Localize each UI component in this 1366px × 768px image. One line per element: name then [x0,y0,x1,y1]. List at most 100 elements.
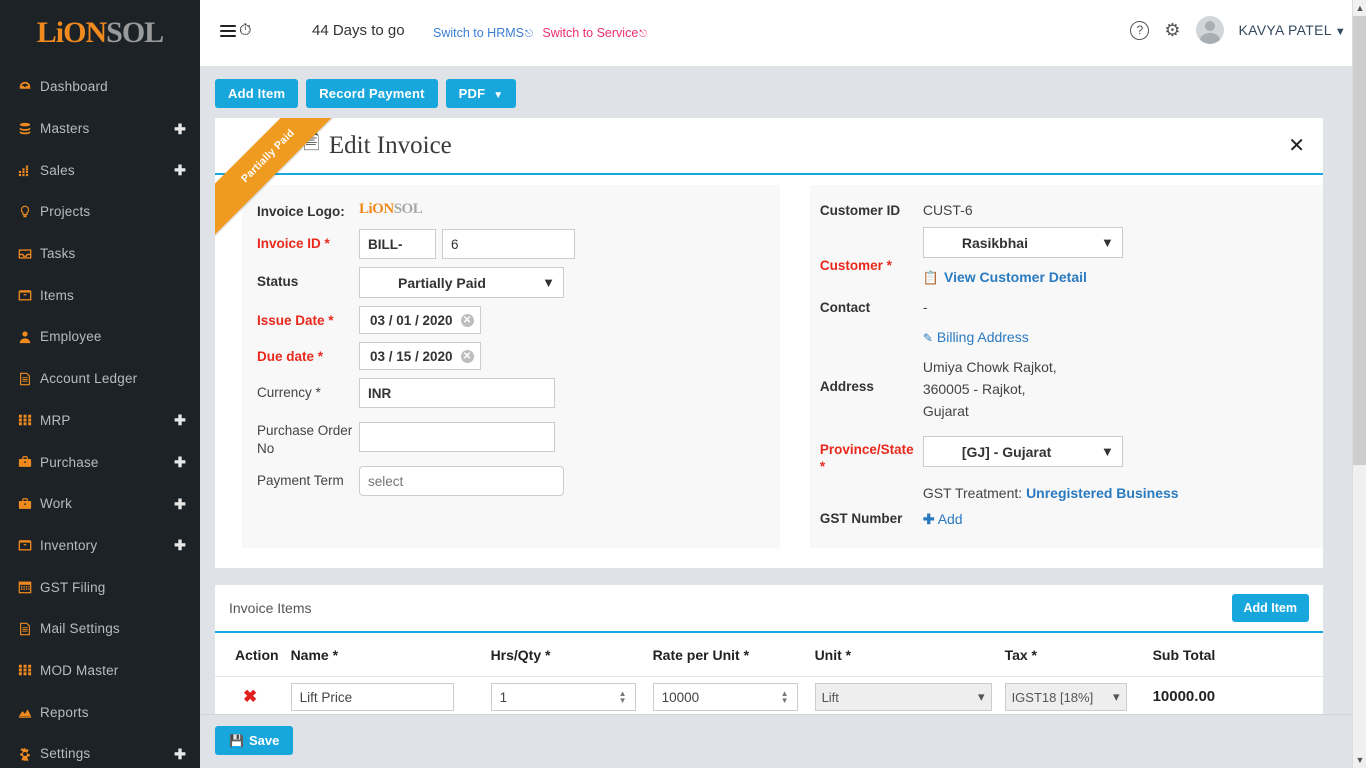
save-button[interactable]: 💾 Save [215,726,294,755]
add-gst-label: Add [937,511,963,527]
billing-address-link[interactable]: ✎ Billing Address [923,329,1323,345]
briefcase-icon [18,455,40,469]
sidebar-item-masters[interactable]: Masters ✚ [0,108,200,150]
address-label: Address [819,379,874,394]
page-scrollbar[interactable]: ▲ ▼ [1352,0,1366,768]
clear-due-date-icon[interactable]: ✕ [460,349,474,363]
sidebar-item-settings[interactable]: Settings ✚ [0,733,200,768]
expand-plus-icon[interactable]: ✚ [174,413,186,427]
status-select[interactable]: Partially Paid ▼ [359,267,564,298]
expand-plus-icon[interactable]: ✚ [174,497,186,511]
gst-treatment-link[interactable]: Unregistered Business [1026,485,1179,501]
due-date-input[interactable]: 03 / 15 / 2020 ✕ [359,342,481,370]
sidebar-item-mail-settings[interactable]: Mail Settings [0,608,200,650]
item-unit-value: Lift [821,689,839,705]
top-bar-actions: ? ⚙ KAVYA PATEL ▼ [1130,16,1346,44]
row-customer: Customer * Rasikbhai ▼ 📋 View Customer De… [810,227,1323,286]
add-item-button[interactable]: Add Item [215,79,299,108]
purchase-order-no-input[interactable] [359,422,555,452]
brand-logo[interactable]: LiONSOL [0,0,200,66]
sidebar-item-gst-filing[interactable]: GST Filing [0,566,200,608]
pdf-button-label: PDF [458,86,486,101]
item-qty-input[interactable]: 1 ▲ ▼ [490,683,636,711]
user-menu[interactable]: KAVYA PATEL ▼ [1239,22,1347,38]
expand-plus-icon[interactable]: ✚ [174,163,186,177]
invoice-logo-value[interactable]: LiONSOL [359,197,780,218]
item-name-input[interactable]: Lift Price [290,683,454,711]
sidebar-item-dashboard[interactable]: Dashboard [0,66,200,108]
sidebar-item-employee[interactable]: Employee [0,316,200,358]
invoice-logo-part-orange: LiON [359,201,394,217]
sidebar-item-projects[interactable]: Projects [0,191,200,233]
box-icon [18,538,40,552]
expand-plus-icon[interactable]: ✚ [174,538,186,552]
row-gst-number: GST Number GST Treatment: Unregistered B… [810,485,1323,528]
add-gst-link[interactable]: ✚ Add [923,511,1323,528]
avatar[interactable] [1195,16,1224,44]
sidebar-item-mrp[interactable]: MRP ✚ [0,400,200,442]
sidebar-item-purchase[interactable]: Purchase ✚ [0,441,200,483]
row-qty-cell: 1 ▲ ▼ [485,677,647,718]
switch-to-service-link[interactable]: Switch to Service⎋ [542,26,647,40]
switch-to-service-label: Switch to Service [542,26,639,40]
clear-issue-date-icon[interactable]: ✕ [460,313,474,327]
issue-date-input[interactable]: 03 / 01 / 2020 ✕ [359,306,481,334]
item-tax-value: IGST18 [18%] [1011,689,1094,705]
calendar-icon [18,580,40,594]
sidebar-item-sales[interactable]: Sales ✚ [0,149,200,191]
brand-logo-text: LiONSOL [37,16,164,50]
item-rate-input[interactable]: 10000 ▲ ▼ [652,683,798,711]
view-customer-detail-link[interactable]: 📋 View Customer Detail [923,269,1323,286]
expand-plus-icon[interactable]: ✚ [174,455,186,469]
sidebar-item-items[interactable]: Items [0,274,200,316]
external-link-icon: ⎋ [525,29,533,40]
invoice-id-prefix-input[interactable] [359,229,436,259]
purchase-order-no-label: Purchase Order No [257,423,353,456]
item-unit-select[interactable]: Lift ▾ [814,683,992,711]
sidebar-item-label: Dashboard [40,79,108,95]
database-icon [18,122,40,136]
item-tax-select[interactable]: IGST18 [18%] ▾ [1004,683,1127,711]
invoice-id-number-input[interactable] [442,229,575,259]
sidebar-item-inventory[interactable]: Inventory ✚ [0,525,200,567]
delete-row-icon[interactable]: ✖ [243,687,257,706]
inbox-icon [18,247,40,261]
sidebar-item-account-ledger[interactable]: Account Ledger [0,358,200,400]
chevron-down-icon: ▼ [493,90,504,101]
spinner-icon[interactable]: ▲ ▼ [781,690,789,705]
chevron-down-icon: ▼ [1334,26,1346,38]
expand-plus-icon[interactable]: ✚ [174,747,186,761]
sidebar-item-reports[interactable]: Reports [0,691,200,733]
close-icon[interactable]: ✕ [1288,136,1305,156]
payment-term-input[interactable] [359,466,564,496]
pdf-button[interactable]: PDF ▼ [445,79,517,108]
customer-label: Customer * [819,258,892,273]
spinner-icon[interactable]: ▲ ▼ [619,690,627,705]
switch-links: Switch to HRMS⎋ Switch to Service⎋ [433,26,647,40]
record-payment-button[interactable]: Record Payment [306,79,438,108]
items-add-item-button[interactable]: Add Item [1231,594,1309,622]
file-text-icon [18,622,40,636]
sidebar-item-work[interactable]: Work ✚ [0,483,200,525]
expand-plus-icon[interactable]: ✚ [174,122,186,136]
gst-number-value: GST Treatment: Unregistered Business ✚ A… [923,485,1323,528]
province-state-select[interactable]: [GJ] - Gujarat ▼ [922,436,1123,467]
invoice-items-table: Action Name * Hrs/Qty * Rate per Unit * Unit… [215,633,1323,717]
customer-select[interactable]: Rasikbhai ▼ [922,227,1123,258]
scroll-up-arrow[interactable]: ▲ [1353,0,1366,16]
sidebar-item-mod-master[interactable]: MOD Master [0,650,200,692]
chevron-down-icon: ▾ [978,689,985,704]
menu-toggle[interactable]: ⏱ [220,22,251,40]
help-icon[interactable]: ? [1130,20,1150,40]
column-header-tax: Tax * [998,633,1147,677]
chart-bars-icon [18,163,40,177]
settings-gear-icon[interactable]: ⚙ [1164,21,1180,39]
address-line-2: 360005 - Rajkot, [922,381,1026,397]
gst-treatment-prefix: GST Treatment: [922,485,1023,501]
currency-input[interactable] [359,378,555,408]
scrollbar-thumb[interactable] [1353,16,1366,465]
scroll-down-arrow[interactable]: ▼ [1353,752,1366,768]
sidebar-item-tasks[interactable]: Tasks [0,233,200,275]
switch-to-hrms-link[interactable]: Switch to HRMS⎋ [433,26,533,40]
file-text-icon [18,372,40,386]
